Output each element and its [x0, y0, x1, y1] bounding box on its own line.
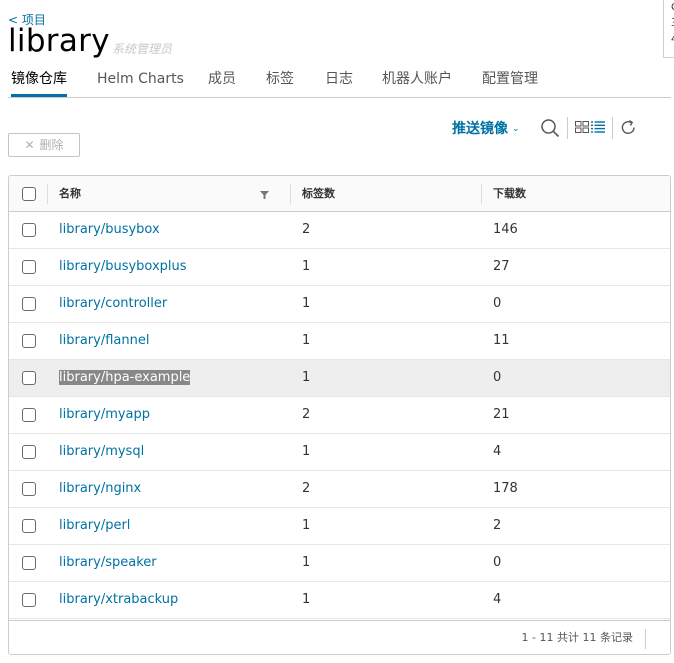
- table-row[interactable]: library/nginx 2 178: [9, 471, 670, 508]
- table-footer: 1 - 11 共计 11 条记录: [9, 620, 670, 654]
- pull-count: 11: [493, 333, 510, 348]
- push-image-button[interactable]: 推送镜像 ⌄: [452, 118, 520, 138]
- row-checkbox[interactable]: [22, 482, 36, 496]
- column-header-name[interactable]: 名称: [59, 176, 81, 211]
- repository-name-link[interactable]: library/nginx: [59, 471, 141, 507]
- repository-table: 名称 标签数 下载数 library/busybox 2 146 library…: [8, 175, 671, 655]
- tag-count: 1: [302, 444, 311, 459]
- table-row[interactable]: library/xtrabackup 1 4: [9, 582, 670, 619]
- table-row[interactable]: library/speaker 1 0: [9, 545, 670, 582]
- row-checkbox[interactable]: [22, 556, 36, 570]
- pull-count: 0: [493, 555, 502, 570]
- tab-members[interactable]: 成员: [208, 63, 236, 97]
- table-row[interactable]: library/hpa-example 1 0: [9, 360, 670, 397]
- tag-count: 1: [302, 259, 311, 274]
- page: < 项目 library 系统管理员 C 三 4 镜像仓库 Helm Chart…: [0, 0, 674, 663]
- toolbar-divider: [612, 117, 613, 139]
- role-label: 系统管理员: [112, 42, 173, 56]
- row-checkbox[interactable]: [22, 593, 36, 607]
- pull-count: 178: [493, 481, 518, 496]
- repository-name-link[interactable]: library/flannel: [59, 323, 149, 359]
- pull-count: 0: [493, 296, 502, 311]
- tag-count: 1: [302, 370, 311, 385]
- push-image-label: 推送镜像: [452, 121, 508, 137]
- row-checkbox[interactable]: [22, 519, 36, 533]
- tab-labels[interactable]: 标签: [266, 63, 294, 97]
- tag-count: 2: [302, 407, 311, 422]
- table-row[interactable]: library/flannel 1 11: [9, 323, 670, 360]
- tab-robot-accounts[interactable]: 机器人账户: [382, 63, 452, 97]
- row-checkbox[interactable]: [22, 408, 36, 422]
- tab-repositories[interactable]: 镜像仓库: [11, 63, 67, 97]
- pull-count: 4: [493, 592, 502, 607]
- list-view-icon[interactable]: [591, 121, 605, 133]
- table-row[interactable]: library/busybox 2 146: [9, 212, 670, 249]
- repository-name-link[interactable]: library/myapp: [59, 397, 150, 433]
- table-row[interactable]: library/myapp 2 21: [9, 397, 670, 434]
- pull-count: 0: [493, 370, 502, 385]
- page-title: library: [8, 23, 110, 59]
- column-header-tags[interactable]: 标签数: [302, 176, 335, 211]
- row-checkbox[interactable]: [22, 260, 36, 274]
- column-separator: [47, 184, 48, 204]
- row-checkbox[interactable]: [22, 223, 36, 237]
- column-separator: [290, 184, 291, 204]
- select-all-checkbox[interactable]: [22, 187, 36, 201]
- tab-bar: 镜像仓库 Helm Charts 成员 标签 日志 机器人账户 配置管理: [8, 63, 671, 98]
- row-checkbox[interactable]: [22, 445, 36, 459]
- tag-count: 1: [302, 592, 311, 607]
- toolbar-divider: [567, 117, 568, 139]
- tab-configuration[interactable]: 配置管理: [482, 63, 538, 97]
- tab-logs[interactable]: 日志: [325, 63, 353, 97]
- delete-button[interactable]: ✕ 删除: [8, 133, 80, 157]
- pagination-summary: 1 - 11 共计 11 条记录: [521, 631, 633, 644]
- table-row[interactable]: library/perl 1 2: [9, 508, 670, 545]
- repository-name-link[interactable]: library/speaker: [59, 545, 157, 581]
- row-checkbox[interactable]: [22, 297, 36, 311]
- pull-count: 146: [493, 222, 518, 237]
- pull-count: 4: [493, 444, 502, 459]
- repository-name-link[interactable]: library/controller: [59, 286, 167, 322]
- tag-count: 1: [302, 333, 311, 348]
- chevron-down-icon: ⌄: [512, 124, 520, 134]
- repository-name-link[interactable]: library/mysql: [59, 434, 144, 470]
- tag-count: 1: [302, 518, 311, 533]
- table-row[interactable]: library/controller 1 0: [9, 286, 670, 323]
- repository-name-link[interactable]: library/perl: [59, 508, 130, 544]
- row-checkbox[interactable]: [22, 334, 36, 348]
- filter-icon[interactable]: [260, 191, 269, 199]
- tab-helm-charts[interactable]: Helm Charts: [97, 63, 184, 97]
- table-row[interactable]: library/mysql 1 4: [9, 434, 670, 471]
- tag-count: 1: [302, 296, 311, 311]
- card-view-icon[interactable]: [575, 121, 589, 133]
- table-header: 名称 标签数 下载数: [9, 176, 670, 212]
- tag-count: 2: [302, 481, 311, 496]
- column-header-pulls[interactable]: 下载数: [493, 176, 526, 211]
- selected-text: library/hpa-example: [59, 370, 191, 385]
- footer-divider: [645, 629, 646, 649]
- repository-name-link[interactable]: library/xtrabackup: [59, 582, 178, 618]
- column-separator: [481, 184, 482, 204]
- search-icon[interactable]: [540, 118, 560, 138]
- corner-popup: C 三 4: [663, 0, 674, 58]
- repository-name-link[interactable]: library/hpa-example: [59, 360, 191, 396]
- tag-count: 2: [302, 222, 311, 237]
- row-checkbox[interactable]: [22, 371, 36, 385]
- refresh-icon[interactable]: [620, 119, 637, 136]
- pull-count: 2: [493, 518, 502, 533]
- repository-name-link[interactable]: library/busyboxplus: [59, 249, 187, 285]
- close-icon: ✕: [24, 138, 35, 152]
- repository-name-link[interactable]: library/busybox: [59, 212, 160, 248]
- delete-label: 删除: [39, 138, 64, 152]
- table-row[interactable]: library/busyboxplus 1 27: [9, 249, 670, 286]
- pull-count: 21: [493, 407, 510, 422]
- tag-count: 1: [302, 555, 311, 570]
- pull-count: 27: [493, 259, 510, 274]
